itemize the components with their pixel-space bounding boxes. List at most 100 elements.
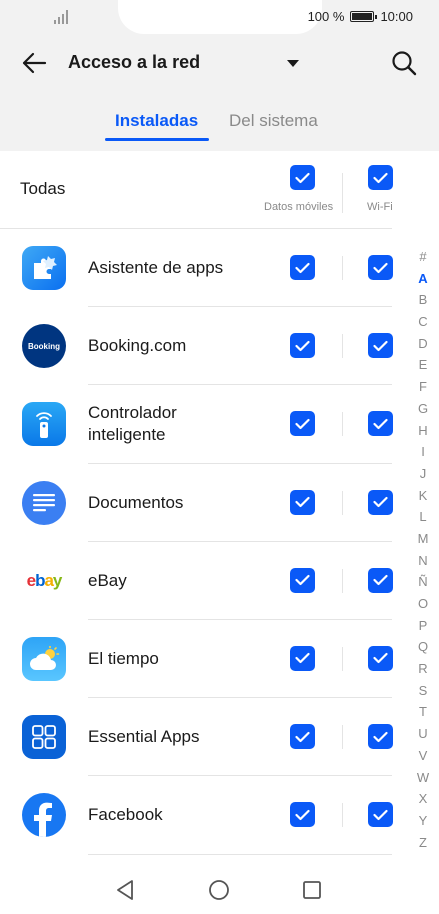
app-mobile-data-checkbox[interactable] xyxy=(290,724,315,750)
app-mobile-data-checkbox[interactable] xyxy=(290,489,315,515)
app-mobile-data-checkbox[interactable] xyxy=(290,333,315,359)
index-letter[interactable]: S xyxy=(414,680,432,702)
app-mobile-data-checkbox[interactable] xyxy=(290,645,315,671)
check-icon xyxy=(373,575,388,586)
index-letter[interactable]: F xyxy=(414,376,432,398)
remote-control-icon xyxy=(22,402,66,447)
check-icon xyxy=(373,172,388,183)
app-wifi-checkbox[interactable] xyxy=(368,489,393,515)
index-letter[interactable]: U xyxy=(414,723,432,745)
app-name: eBay xyxy=(88,570,127,590)
square-recents-icon xyxy=(303,881,321,899)
all-mobile-data-checkbox[interactable] xyxy=(290,165,315,190)
title-dropdown-button[interactable] xyxy=(281,52,305,76)
index-letter[interactable]: J xyxy=(414,463,432,485)
column-divider xyxy=(342,256,343,280)
index-letter[interactable]: P xyxy=(414,615,432,637)
app-wifi-checkbox[interactable] xyxy=(368,411,393,437)
index-letter[interactable]: L xyxy=(414,506,432,528)
app-wifi-checkbox[interactable] xyxy=(368,255,393,280)
index-letter[interactable]: O xyxy=(414,593,432,615)
tab-bar: Instaladas Del sistema xyxy=(0,104,439,144)
list-item: Booking Booking.com xyxy=(0,307,393,386)
index-letter[interactable]: Y xyxy=(414,810,432,832)
booking-icon: Booking xyxy=(22,324,66,369)
index-letter[interactable]: W xyxy=(414,767,432,789)
index-letter[interactable]: I xyxy=(414,441,432,463)
app-name: El tiempo xyxy=(88,648,159,668)
column-divider xyxy=(342,412,343,437)
battery-icon xyxy=(350,11,378,22)
circle-home-icon xyxy=(209,880,229,900)
row-divider xyxy=(88,853,392,855)
triangle-back-icon xyxy=(117,880,133,900)
app-name: Documentos xyxy=(88,492,184,512)
check-icon xyxy=(373,731,388,742)
app-wifi-checkbox[interactable] xyxy=(368,333,393,359)
index-letter[interactable]: Ñ xyxy=(414,571,432,593)
ebay-logo-a: a xyxy=(44,570,54,590)
all-wifi-checkbox[interactable] xyxy=(368,165,393,190)
alphabet-index[interactable]: # A B C D E F G H I J K L M N Ñ O P Q R … xyxy=(414,246,432,853)
index-letter[interactable]: Q xyxy=(414,636,432,658)
index-letter[interactable]: R xyxy=(414,658,432,680)
app-mobile-data-checkbox[interactable] xyxy=(290,802,315,828)
index-letter[interactable]: B xyxy=(414,289,432,311)
active-tab-indicator xyxy=(105,138,209,141)
nav-recents-button[interactable] xyxy=(300,878,324,902)
nav-home-button[interactable] xyxy=(207,878,231,902)
list-item: Essential Apps xyxy=(0,698,393,777)
index-letter[interactable]: H xyxy=(414,420,432,442)
check-icon xyxy=(295,496,310,508)
check-icon xyxy=(373,496,388,508)
app-wifi-checkbox[interactable] xyxy=(368,645,393,671)
check-icon xyxy=(295,809,310,820)
list-item: ebay eBay xyxy=(0,542,393,620)
index-letter[interactable]: N xyxy=(414,550,432,572)
column-divider xyxy=(342,334,343,359)
index-letter[interactable]: # xyxy=(414,246,432,268)
check-icon xyxy=(373,418,388,429)
nav-back-button[interactable] xyxy=(113,878,137,902)
column-divider xyxy=(342,725,343,750)
essential-apps-icon xyxy=(22,715,66,760)
app-mobile-data-checkbox[interactable] xyxy=(290,567,315,593)
back-button[interactable] xyxy=(18,47,50,79)
app-name: Essential Apps xyxy=(88,727,200,747)
app-assistant-icon xyxy=(22,246,66,290)
weather-icon xyxy=(22,636,66,681)
documents-icon xyxy=(22,480,66,525)
app-wifi-checkbox[interactable] xyxy=(368,724,393,750)
search-button[interactable] xyxy=(388,47,420,79)
check-icon xyxy=(295,731,310,742)
list-item: Controlador inteligente xyxy=(0,385,393,464)
index-letter[interactable]: M xyxy=(414,528,432,550)
check-icon xyxy=(373,809,388,820)
tab-instaladas[interactable]: Instaladas xyxy=(115,111,198,131)
column-divider xyxy=(342,490,343,515)
search-icon xyxy=(392,51,417,76)
column-divider xyxy=(342,803,343,828)
index-letter[interactable]: G xyxy=(414,398,432,420)
index-letter-active[interactable]: A xyxy=(414,268,432,290)
index-letter[interactable]: D xyxy=(414,333,432,355)
index-letter[interactable]: C xyxy=(414,311,432,333)
app-name: Facebook xyxy=(88,805,163,825)
caret-down-icon xyxy=(287,60,299,67)
tab-del-sistema[interactable]: Del sistema xyxy=(229,111,318,131)
index-letter[interactable]: T xyxy=(414,701,432,723)
index-letter[interactable]: V xyxy=(414,745,432,767)
index-letter[interactable]: K xyxy=(414,485,432,507)
app-wifi-checkbox[interactable] xyxy=(368,567,393,593)
app-name: Controlador inteligente xyxy=(88,403,177,445)
app-mobile-data-checkbox[interactable] xyxy=(290,411,315,437)
facebook-icon xyxy=(22,793,66,838)
index-letter[interactable]: Z xyxy=(414,832,432,854)
ebay-icon: ebay xyxy=(22,559,66,603)
arrow-left-icon xyxy=(22,52,47,74)
check-icon xyxy=(295,262,310,273)
app-mobile-data-checkbox[interactable] xyxy=(290,255,315,280)
index-letter[interactable]: X xyxy=(414,788,432,810)
index-letter[interactable]: E xyxy=(414,354,432,376)
app-wifi-checkbox[interactable] xyxy=(368,802,393,828)
